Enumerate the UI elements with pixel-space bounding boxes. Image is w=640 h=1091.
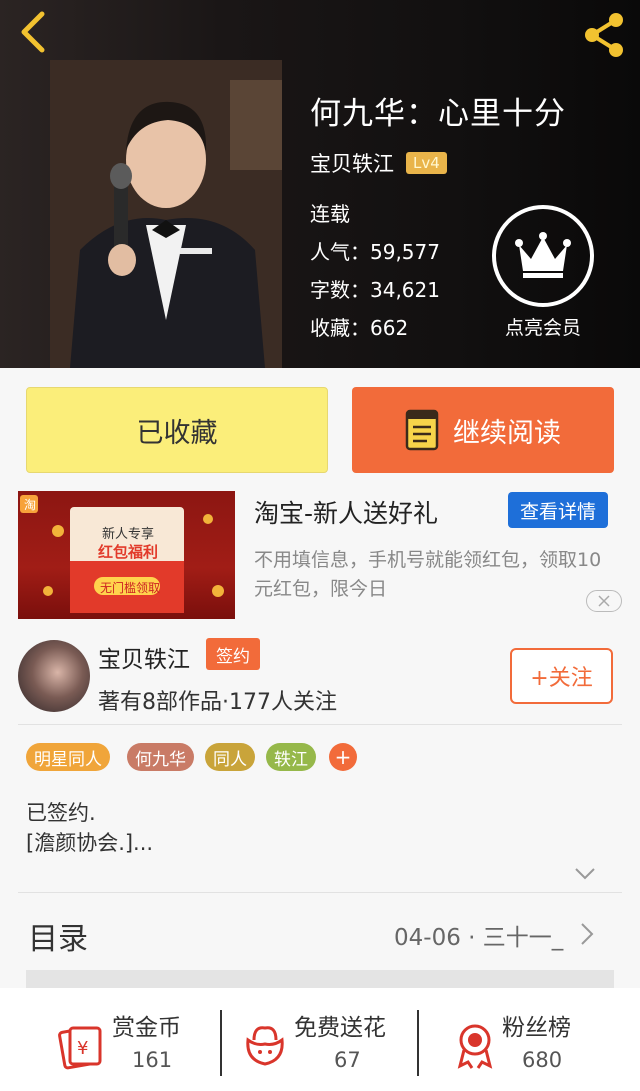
back-button[interactable] bbox=[14, 10, 54, 54]
ad-description: 不用填信息，手机号就能领红包，领取10元红包，限今日 bbox=[254, 549, 602, 600]
reward-coin-count: 161 bbox=[132, 1048, 173, 1072]
chevron-right-icon bbox=[581, 923, 594, 945]
send-flower-label: 免费送花 bbox=[294, 1015, 386, 1041]
share-icon bbox=[585, 13, 623, 57]
author-avatar[interactable] bbox=[18, 640, 90, 712]
chevron-left-icon bbox=[21, 11, 45, 53]
intro-line-2: [澹颜协会.]... bbox=[26, 831, 154, 855]
separator bbox=[417, 1010, 419, 1076]
ad-image-line1: 新人专享 bbox=[102, 527, 155, 542]
signed-badge: 签约 bbox=[206, 638, 260, 670]
close-icon bbox=[598, 595, 610, 607]
fan-ranking-button[interactable]: 粉丝榜 680 bbox=[450, 1008, 600, 1080]
section-separator bbox=[26, 970, 614, 988]
tag-yijiang[interactable]: 轶江 bbox=[266, 743, 316, 771]
book-icon bbox=[405, 409, 439, 451]
flower-icon bbox=[246, 1026, 284, 1066]
vip-label: 点亮会员 bbox=[504, 317, 581, 339]
tag-hejiuhua[interactable]: 何九华 bbox=[127, 743, 194, 771]
separator bbox=[220, 1010, 222, 1076]
send-flower-count: 67 bbox=[334, 1048, 361, 1072]
book-cover-image[interactable] bbox=[50, 60, 282, 368]
tag-tongren[interactable]: 同人 bbox=[205, 743, 255, 771]
send-flower-button[interactable]: 免费送花 67 bbox=[240, 1008, 410, 1080]
share-button[interactable] bbox=[580, 10, 630, 60]
serial-status: 连载 bbox=[310, 202, 350, 226]
follow-button[interactable]: +关注 bbox=[510, 648, 613, 704]
expand-intro-button[interactable] bbox=[574, 866, 596, 880]
book-intro[interactable]: 已签约. [澹颜协会.]... bbox=[26, 798, 153, 858]
ad-close-button[interactable] bbox=[586, 590, 622, 612]
tag-mingxing-tongren[interactable]: 明星同人 bbox=[26, 743, 110, 771]
catalog-label[interactable]: 目录 bbox=[28, 914, 88, 958]
level-badge: Lv4 bbox=[406, 152, 447, 174]
ad-title[interactable]: 淘宝-新人送好礼 bbox=[254, 494, 438, 530]
author-row[interactable]: 宝贝轶江 Lv4 bbox=[310, 148, 447, 178]
intro-line-1: 已签约. bbox=[26, 801, 96, 825]
ad-image[interactable]: 淘 新人专享 红包福利 无门槛领取 bbox=[18, 491, 235, 619]
author-card-name[interactable]: 宝贝轶江 bbox=[98, 640, 190, 674]
author-works-count: 著有8部作品·177人关注 bbox=[98, 690, 337, 715]
crown-icon bbox=[515, 232, 571, 278]
ad-image-line3: 无门槛领取 bbox=[100, 581, 161, 595]
reward-coin-icon: ¥ bbox=[58, 1026, 102, 1070]
book-title: 何九华：心里十分 bbox=[310, 96, 566, 132]
book-header: 何九华：心里十分 宝贝轶江 Lv4 连载 人气：59,577 字数：34,621… bbox=[0, 0, 640, 368]
latest-chapter[interactable]: 04-06 · 三十一_ bbox=[394, 918, 563, 952]
author-name[interactable]: 宝贝轶江 bbox=[310, 148, 394, 178]
continue-reading-label: 继续阅读 bbox=[453, 417, 561, 449]
popularity-stat: 人气：59,577 bbox=[310, 240, 440, 264]
favorited-button[interactable]: 已收藏 bbox=[26, 387, 328, 473]
favorited-label: 已收藏 bbox=[136, 417, 218, 449]
vip-circle bbox=[492, 205, 594, 307]
collection-stat: 收藏：662 bbox=[310, 316, 409, 340]
divider bbox=[18, 724, 622, 725]
chevron-down-icon bbox=[575, 868, 595, 880]
medal-icon bbox=[457, 1024, 493, 1069]
word-count-stat: 字数：34,621 bbox=[310, 278, 440, 302]
fan-ranking-label: 粉丝榜 bbox=[502, 1015, 571, 1041]
ad-image-line2: 红包福利 bbox=[98, 543, 159, 561]
svg-text:¥: ¥ bbox=[77, 1038, 88, 1059]
continue-reading-button[interactable]: 继续阅读 bbox=[352, 387, 614, 473]
add-tag-button[interactable]: + bbox=[329, 743, 357, 771]
ad-detail-button[interactable]: 查看详情 bbox=[508, 492, 608, 528]
fan-ranking-count: 680 bbox=[522, 1048, 563, 1072]
svg-text:淘: 淘 bbox=[24, 498, 36, 512]
divider bbox=[18, 892, 622, 893]
reward-coin-label: 赏金币 bbox=[112, 1015, 181, 1041]
catalog-arrow[interactable] bbox=[580, 922, 594, 946]
vip-button[interactable]: 点亮会员 bbox=[492, 205, 594, 340]
reward-coin-button[interactable]: ¥ 赏金币 161 bbox=[56, 1008, 206, 1080]
